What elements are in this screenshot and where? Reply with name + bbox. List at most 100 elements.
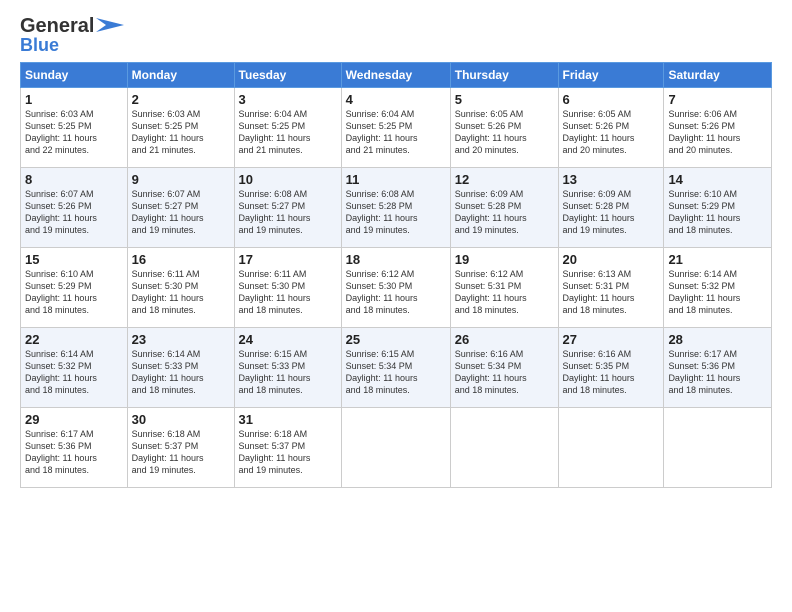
calendar-day-cell: 9Sunrise: 6:07 AMSunset: 5:27 PMDaylight… [127, 168, 234, 248]
calendar-header-row: SundayMondayTuesdayWednesdayThursdayFrid… [21, 63, 772, 88]
day-info: Sunrise: 6:08 AMSunset: 5:28 PMDaylight:… [346, 188, 446, 237]
day-info: Sunrise: 6:16 AMSunset: 5:35 PMDaylight:… [563, 348, 660, 397]
day-number: 18 [346, 252, 446, 267]
empty-cell [341, 408, 450, 488]
day-number: 28 [668, 332, 767, 347]
calendar-day-cell: 19Sunrise: 6:12 AMSunset: 5:31 PMDayligh… [450, 248, 558, 328]
calendar-day-cell: 23Sunrise: 6:14 AMSunset: 5:33 PMDayligh… [127, 328, 234, 408]
calendar-day-cell: 25Sunrise: 6:15 AMSunset: 5:34 PMDayligh… [341, 328, 450, 408]
calendar-day-cell: 21Sunrise: 6:14 AMSunset: 5:32 PMDayligh… [664, 248, 772, 328]
empty-cell [558, 408, 664, 488]
calendar-day-cell: 5Sunrise: 6:05 AMSunset: 5:26 PMDaylight… [450, 88, 558, 168]
day-number: 16 [132, 252, 230, 267]
day-number: 12 [455, 172, 554, 187]
calendar-day-cell: 31Sunrise: 6:18 AMSunset: 5:37 PMDayligh… [234, 408, 341, 488]
calendar-week-row: 1Sunrise: 6:03 AMSunset: 5:25 PMDaylight… [21, 88, 772, 168]
day-number: 10 [239, 172, 337, 187]
day-number: 7 [668, 92, 767, 107]
weekday-header: Sunday [21, 63, 128, 88]
day-info: Sunrise: 6:12 AMSunset: 5:31 PMDaylight:… [455, 268, 554, 317]
day-info: Sunrise: 6:06 AMSunset: 5:26 PMDaylight:… [668, 108, 767, 157]
day-info: Sunrise: 6:17 AMSunset: 5:36 PMDaylight:… [25, 428, 123, 477]
header: General Blue [20, 16, 772, 54]
empty-cell [664, 408, 772, 488]
weekday-header: Wednesday [341, 63, 450, 88]
weekday-header: Saturday [664, 63, 772, 88]
day-number: 23 [132, 332, 230, 347]
day-info: Sunrise: 6:03 AMSunset: 5:25 PMDaylight:… [25, 108, 123, 157]
day-number: 15 [25, 252, 123, 267]
calendar-day-cell: 4Sunrise: 6:04 AMSunset: 5:25 PMDaylight… [341, 88, 450, 168]
calendar-day-cell: 22Sunrise: 6:14 AMSunset: 5:32 PMDayligh… [21, 328, 128, 408]
calendar-day-cell: 8Sunrise: 6:07 AMSunset: 5:26 PMDaylight… [21, 168, 128, 248]
day-number: 29 [25, 412, 123, 427]
day-info: Sunrise: 6:12 AMSunset: 5:30 PMDaylight:… [346, 268, 446, 317]
day-number: 30 [132, 412, 230, 427]
day-info: Sunrise: 6:11 AMSunset: 5:30 PMDaylight:… [132, 268, 230, 317]
day-number: 1 [25, 92, 123, 107]
calendar-day-cell: 24Sunrise: 6:15 AMSunset: 5:33 PMDayligh… [234, 328, 341, 408]
calendar-day-cell: 29Sunrise: 6:17 AMSunset: 5:36 PMDayligh… [21, 408, 128, 488]
day-number: 20 [563, 252, 660, 267]
day-number: 24 [239, 332, 337, 347]
day-info: Sunrise: 6:14 AMSunset: 5:33 PMDaylight:… [132, 348, 230, 397]
calendar-day-cell: 28Sunrise: 6:17 AMSunset: 5:36 PMDayligh… [664, 328, 772, 408]
day-number: 22 [25, 332, 123, 347]
day-number: 13 [563, 172, 660, 187]
logo-blue: Blue [20, 36, 59, 54]
day-number: 3 [239, 92, 337, 107]
day-number: 31 [239, 412, 337, 427]
calendar: SundayMondayTuesdayWednesdayThursdayFrid… [20, 62, 772, 488]
calendar-day-cell: 30Sunrise: 6:18 AMSunset: 5:37 PMDayligh… [127, 408, 234, 488]
calendar-day-cell: 11Sunrise: 6:08 AMSunset: 5:28 PMDayligh… [341, 168, 450, 248]
day-number: 19 [455, 252, 554, 267]
day-info: Sunrise: 6:09 AMSunset: 5:28 PMDaylight:… [563, 188, 660, 237]
logo: General Blue [20, 16, 124, 54]
day-info: Sunrise: 6:14 AMSunset: 5:32 PMDaylight:… [668, 268, 767, 317]
calendar-week-row: 22Sunrise: 6:14 AMSunset: 5:32 PMDayligh… [21, 328, 772, 408]
day-info: Sunrise: 6:18 AMSunset: 5:37 PMDaylight:… [132, 428, 230, 477]
page: General Blue SundayMondayTuesdayWednesda… [0, 0, 792, 612]
day-number: 6 [563, 92, 660, 107]
calendar-week-row: 29Sunrise: 6:17 AMSunset: 5:36 PMDayligh… [21, 408, 772, 488]
day-info: Sunrise: 6:04 AMSunset: 5:25 PMDaylight:… [239, 108, 337, 157]
calendar-day-cell: 15Sunrise: 6:10 AMSunset: 5:29 PMDayligh… [21, 248, 128, 328]
calendar-day-cell: 10Sunrise: 6:08 AMSunset: 5:27 PMDayligh… [234, 168, 341, 248]
day-number: 21 [668, 252, 767, 267]
day-info: Sunrise: 6:04 AMSunset: 5:25 PMDaylight:… [346, 108, 446, 157]
day-info: Sunrise: 6:15 AMSunset: 5:34 PMDaylight:… [346, 348, 446, 397]
day-info: Sunrise: 6:10 AMSunset: 5:29 PMDaylight:… [25, 268, 123, 317]
calendar-day-cell: 14Sunrise: 6:10 AMSunset: 5:29 PMDayligh… [664, 168, 772, 248]
weekday-header: Friday [558, 63, 664, 88]
day-info: Sunrise: 6:13 AMSunset: 5:31 PMDaylight:… [563, 268, 660, 317]
calendar-day-cell: 13Sunrise: 6:09 AMSunset: 5:28 PMDayligh… [558, 168, 664, 248]
calendar-day-cell: 6Sunrise: 6:05 AMSunset: 5:26 PMDaylight… [558, 88, 664, 168]
day-info: Sunrise: 6:08 AMSunset: 5:27 PMDaylight:… [239, 188, 337, 237]
day-info: Sunrise: 6:11 AMSunset: 5:30 PMDaylight:… [239, 268, 337, 317]
day-info: Sunrise: 6:07 AMSunset: 5:27 PMDaylight:… [132, 188, 230, 237]
day-info: Sunrise: 6:09 AMSunset: 5:28 PMDaylight:… [455, 188, 554, 237]
calendar-day-cell: 3Sunrise: 6:04 AMSunset: 5:25 PMDaylight… [234, 88, 341, 168]
weekday-header: Monday [127, 63, 234, 88]
day-info: Sunrise: 6:18 AMSunset: 5:37 PMDaylight:… [239, 428, 337, 477]
calendar-week-row: 8Sunrise: 6:07 AMSunset: 5:26 PMDaylight… [21, 168, 772, 248]
calendar-day-cell: 20Sunrise: 6:13 AMSunset: 5:31 PMDayligh… [558, 248, 664, 328]
weekday-header: Thursday [450, 63, 558, 88]
calendar-day-cell: 2Sunrise: 6:03 AMSunset: 5:25 PMDaylight… [127, 88, 234, 168]
logo-icon [96, 18, 124, 32]
calendar-day-cell: 26Sunrise: 6:16 AMSunset: 5:34 PMDayligh… [450, 328, 558, 408]
day-info: Sunrise: 6:17 AMSunset: 5:36 PMDaylight:… [668, 348, 767, 397]
calendar-day-cell: 16Sunrise: 6:11 AMSunset: 5:30 PMDayligh… [127, 248, 234, 328]
empty-cell [450, 408, 558, 488]
day-number: 8 [25, 172, 123, 187]
day-number: 14 [668, 172, 767, 187]
logo-general: General [20, 16, 94, 36]
day-number: 2 [132, 92, 230, 107]
day-number: 17 [239, 252, 337, 267]
day-number: 11 [346, 172, 446, 187]
day-number: 9 [132, 172, 230, 187]
calendar-day-cell: 7Sunrise: 6:06 AMSunset: 5:26 PMDaylight… [664, 88, 772, 168]
calendar-day-cell: 12Sunrise: 6:09 AMSunset: 5:28 PMDayligh… [450, 168, 558, 248]
weekday-header: Tuesday [234, 63, 341, 88]
calendar-day-cell: 1Sunrise: 6:03 AMSunset: 5:25 PMDaylight… [21, 88, 128, 168]
